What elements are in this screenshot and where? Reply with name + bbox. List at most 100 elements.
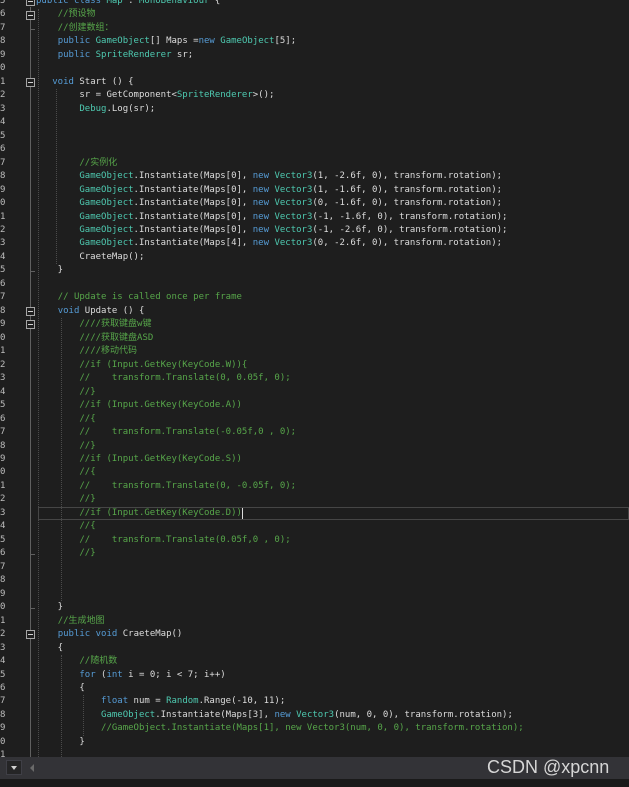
keyword-token: new — [252, 224, 270, 235]
line-number: 6 — [0, 548, 6, 559]
scroll-left-button[interactable] — [27, 761, 38, 775]
type-name-token: GameObject — [95, 36, 150, 47]
code-line[interactable]: //预设物 — [36, 8, 96, 21]
code-line[interactable]: public void CraeteMap() — [36, 628, 183, 641]
keyword-token: new — [252, 238, 270, 249]
code-line[interactable]: //实例化 — [36, 157, 117, 170]
code-editor[interactable]: public class Map : MonoBehaviour { //预设物… — [36, 0, 629, 757]
code-line[interactable]: //if (Input.GetKey(KeyCode.S)) — [36, 453, 242, 466]
code-line[interactable]: CraeteMap(); — [36, 251, 144, 264]
line-number-gutter[interactable]: 5 6 7 8 9 0 1 2 3 4 5 6 7 8 9 0 1 2 3 4 5 6 7 8 9 0 1 2 3 4 5 6 7 8 9 0 1 2 3 4… — [0, 0, 14, 757]
collapse-icon[interactable] — [26, 0, 35, 7]
code-line[interactable]: //生成地图 — [36, 615, 105, 628]
code-line[interactable]: //随机数 — [36, 655, 117, 668]
collapse-icon[interactable] — [26, 320, 35, 330]
code-line[interactable]: void Update () { — [36, 305, 145, 318]
zoom-dropdown[interactable] — [6, 760, 22, 775]
code-line[interactable]: // transform.Translate(-0.05f,0 , 0); — [36, 426, 296, 439]
code-line[interactable]: // transform.Translate(0, -0.05f, 0); — [36, 480, 296, 493]
code-line[interactable]: { — [36, 642, 63, 655]
code-line[interactable]: } — [36, 736, 84, 749]
code-line[interactable]: // transform.Translate(0.05f,0 , 0); — [36, 534, 290, 547]
code-text: .Instantiate(Maps[3], — [155, 709, 275, 720]
collapse-icon[interactable] — [26, 78, 35, 88]
code-line[interactable]: void Start () { — [36, 76, 133, 89]
code-line[interactable]: //} — [36, 386, 95, 399]
code-text: (1, -1.6f, 0), transform.rotation); — [312, 184, 503, 195]
code-line[interactable]: //GameObject.Instantiate(Maps[1], new Ve… — [36, 722, 524, 735]
code-line[interactable]: // transform.Translate(0, 0.05f, 0); — [36, 372, 290, 385]
code-text: >(); — [252, 90, 275, 101]
keyword-token: new — [252, 184, 270, 195]
line-number: 0 — [0, 63, 6, 74]
code-line[interactable]: public SpriteRenderer sr; — [36, 49, 193, 62]
code-line[interactable]: //if (Input.GetKey(KeyCode.W)){ — [36, 359, 247, 372]
line-number: 5 — [0, 130, 6, 141]
line-number: 8 — [0, 36, 6, 47]
keyword-token: public — [57, 49, 91, 60]
code-text: (0, -2.6f, 0), transform.rotation); — [312, 238, 503, 249]
code-line[interactable]: { — [36, 682, 84, 695]
line-number: 4 — [0, 656, 6, 667]
code-line[interactable]: //{ — [36, 466, 95, 479]
keyword-token: new — [274, 709, 291, 720]
code-line[interactable]: GameObject.Instantiate(Maps[0], new Vect… — [36, 170, 502, 183]
keyword-token: new — [252, 198, 270, 209]
code-line[interactable]: //} — [36, 493, 95, 506]
code-line[interactable]: ////获取键盘w键 — [36, 318, 151, 331]
code-line[interactable]: ////获取键盘ASD — [36, 332, 153, 345]
code-line[interactable]: public GameObject[] Maps =new GameObject… — [36, 35, 296, 48]
collapse-icon[interactable] — [26, 307, 35, 316]
keyword-token: new — [252, 211, 270, 222]
code-line[interactable]: ////移动代码 — [36, 345, 137, 358]
line-number: 6 — [0, 9, 6, 20]
line-number: 8 — [0, 305, 6, 316]
code-line[interactable]: float num = Random.Range(-10, 11); — [36, 695, 285, 708]
code-line[interactable]: GameObject.Instantiate(Maps[3], new Vect… — [36, 709, 513, 722]
code-line[interactable]: } — [36, 601, 63, 614]
type-name-token: Vector3 — [274, 224, 313, 235]
code-line[interactable]: Debug.Log(sr); — [36, 103, 155, 116]
code-line[interactable]: public class Map : MonoBehaviour { — [36, 0, 220, 8]
outlining-margin — [22, 0, 36, 757]
code-text: (0, -1.6f, 0), transform.rotation); — [312, 198, 503, 209]
code-line[interactable]: //if (Input.GetKey(KeyCode.D)) — [36, 507, 242, 520]
collapse-icon[interactable] — [26, 10, 35, 20]
code-text: CraeteMap() — [117, 629, 183, 640]
line-number: 3 — [0, 642, 6, 653]
code-line[interactable]: } — [36, 264, 63, 277]
code-line[interactable]: //if (Input.GetKey(KeyCode.A)) — [36, 399, 242, 412]
code-line[interactable]: GameObject.Instantiate(Maps[0], new Vect… — [36, 211, 507, 224]
line-number: 5 — [0, 669, 6, 680]
code-line[interactable]: //{ — [36, 413, 95, 426]
keyword-token: public — [57, 36, 91, 47]
comment-token: //} — [79, 440, 96, 451]
code-line[interactable]: //} — [36, 547, 95, 560]
code-line[interactable]: GameObject.Instantiate(Maps[0], new Vect… — [36, 197, 502, 210]
code-line[interactable]: sr = GetComponent<SpriteRenderer>(); — [36, 89, 274, 102]
type-name-token: Vector3 — [274, 238, 313, 249]
comment-token: // Update is called once per frame — [57, 292, 242, 303]
code-line[interactable]: GameObject.Instantiate(Maps[0], new Vect… — [36, 184, 502, 197]
code-line[interactable]: GameObject.Instantiate(Maps[4], new Vect… — [36, 237, 502, 250]
code-line[interactable]: //{ — [36, 520, 95, 533]
type-name-token: Random — [166, 696, 199, 707]
code-line[interactable]: // Update is called once per frame — [36, 291, 242, 304]
comment-token: //if (Input.GetKey(KeyCode.W)){ — [79, 359, 248, 370]
type-name-token: Vector3 — [274, 171, 313, 182]
line-number: 6 — [0, 278, 6, 289]
code-text: CraeteMap(); — [36, 251, 145, 262]
line-number: 5 — [0, 0, 6, 6]
line-number: 7 — [0, 696, 6, 707]
code-line[interactable]: //创建数组： — [36, 22, 114, 35]
code-line[interactable]: for (int i = 0; i < 7; i++) — [36, 669, 225, 682]
collapse-icon[interactable] — [26, 630, 35, 640]
code-line[interactable]: GameObject.Instantiate(Maps[0], new Vect… — [36, 224, 507, 237]
line-number: 7 — [0, 427, 6, 438]
code-line[interactable]: //} — [36, 440, 96, 453]
